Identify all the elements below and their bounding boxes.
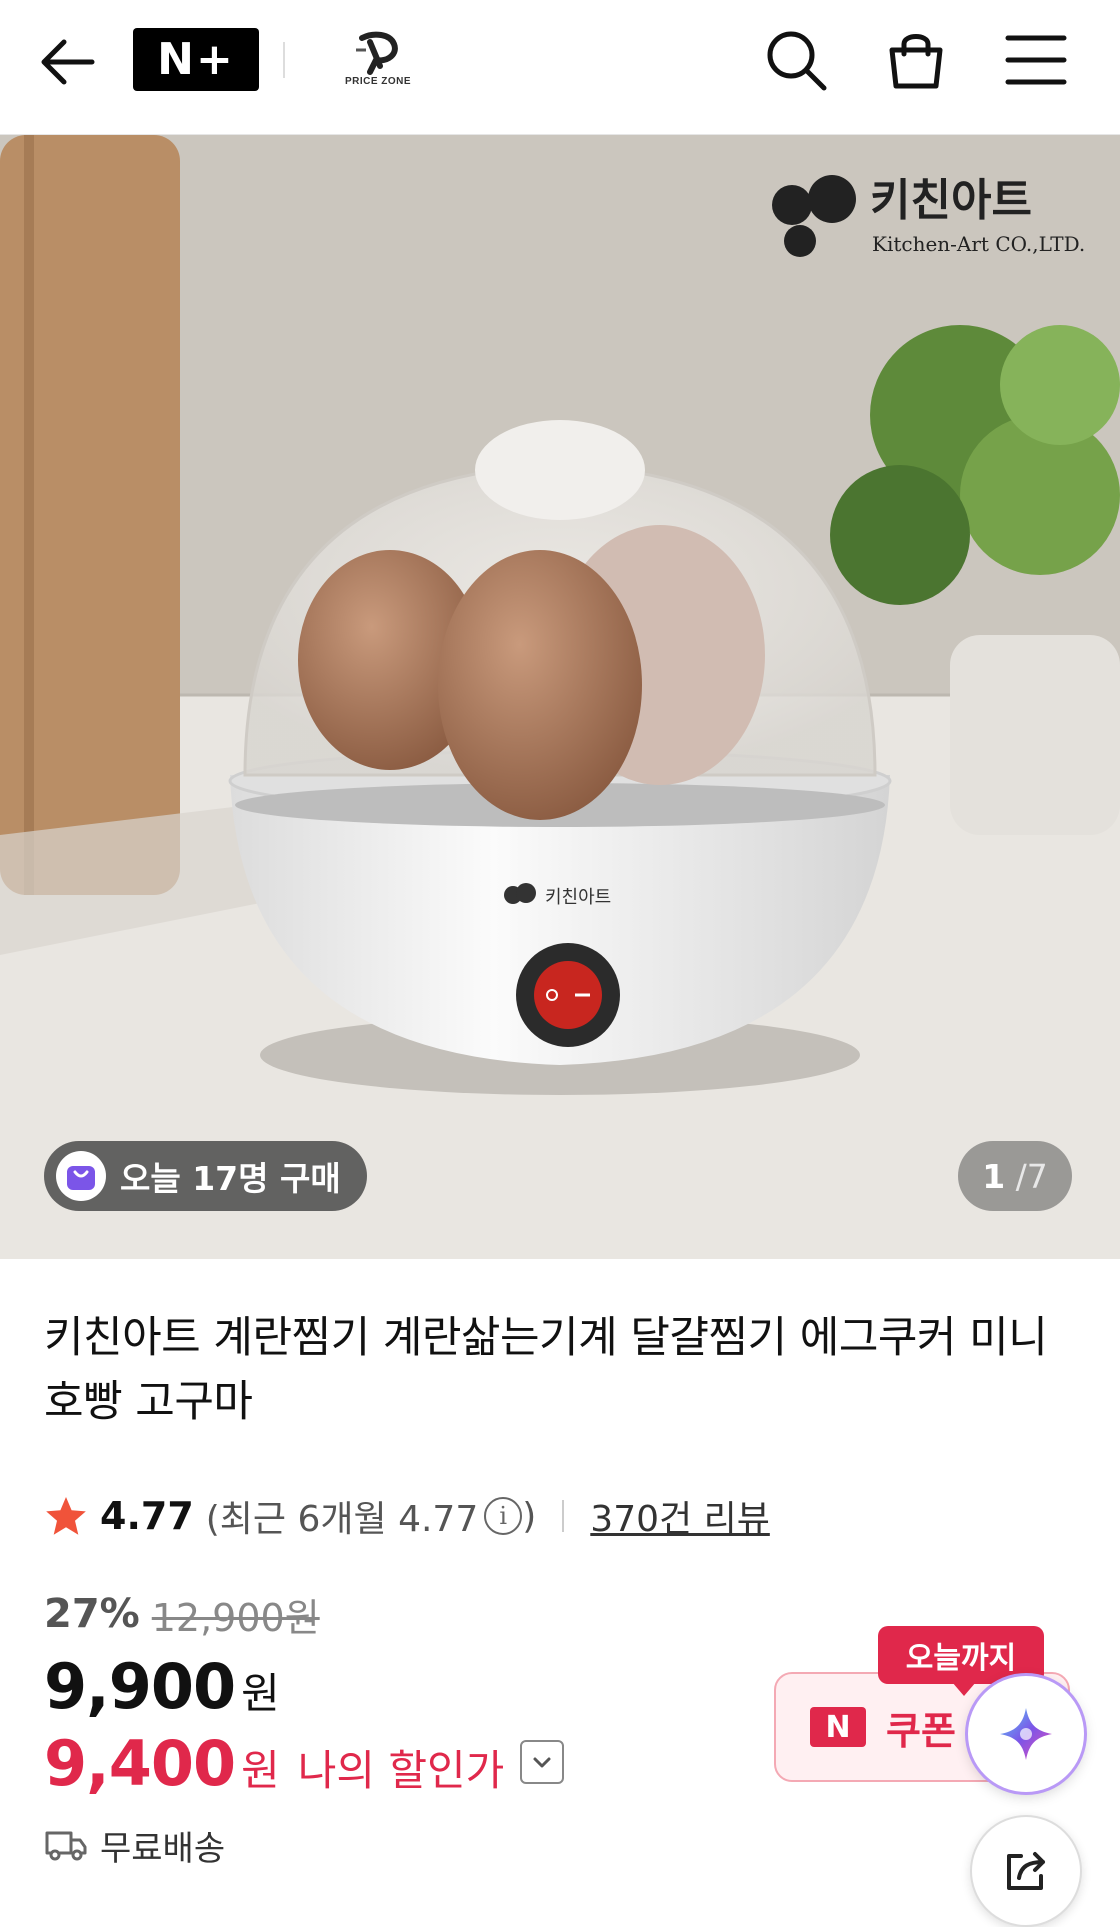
price-row: 9,900 원 — [44, 1650, 280, 1723]
store-logo[interactable]: PRICE ZONE — [340, 30, 416, 90]
brand-logo-ko: 키친아트 — [870, 175, 1032, 226]
ai-assistant-button[interactable] — [968, 1676, 1084, 1792]
brand-logo-en: Kitchen-Art CO.,LTD. — [872, 232, 1085, 256]
my-discount-price-unit: 원 — [241, 1746, 280, 1795]
my-discount-label: 나의 할인가 — [297, 1746, 505, 1795]
egg-cooker-photo: 키친아트 Kitchen-Art CO.,LTD. 키친아트 — [0, 135, 1120, 1259]
discount-percent: 27% — [44, 1591, 140, 1637]
rating-divider — [562, 1500, 565, 1532]
shipping-row: 무료배송 — [44, 1820, 225, 1870]
shipping-text: 무료배송 — [100, 1828, 226, 1869]
share-button[interactable] — [970, 1815, 1082, 1927]
product-image-carousel[interactable]: 키친아트 Kitchen-Art CO.,LTD. 키친아트 — [0, 135, 1120, 1259]
image-counter: 1 / 7 — [958, 1141, 1072, 1211]
buyers-today-badge: 오늘 17명 구매 — [44, 1141, 367, 1211]
search-icon[interactable] — [760, 24, 832, 96]
image-counter-sep: / — [1005, 1156, 1027, 1196]
info-icon[interactable]: i — [484, 1497, 523, 1535]
my-price-row[interactable]: 9,400 원 나의 할인가 — [44, 1727, 565, 1800]
image-total: 7 — [1026, 1156, 1048, 1196]
header-divider — [283, 42, 285, 78]
recent-rating-text: (최근 6개월 4.77 — [205, 1499, 479, 1540]
sale-price-unit: 원 — [241, 1669, 280, 1718]
recent-rating: (최근 6개월 4.77 i ) — [206, 1490, 537, 1542]
image-index: 1 — [982, 1156, 1006, 1196]
buyers-today-text: 오늘 17명 구매 — [120, 1159, 341, 1198]
shopping-bag-icon — [56, 1151, 106, 1201]
review-count-link[interactable]: 370건 리뷰 — [590, 1490, 770, 1542]
coupon-deadline-tooltip: 오늘까지 — [878, 1626, 1044, 1696]
sale-price: 9,900 — [44, 1650, 236, 1723]
price-zone-logo-icon — [356, 31, 398, 75]
truck-icon — [45, 1831, 87, 1861]
arrow-left-icon[interactable] — [36, 30, 100, 94]
share-icon — [1007, 1852, 1045, 1890]
product-title: 키친아트 계란찜기 계란삶는기계 달걀찜기 에그쿠커 미니 호빵 고구마 — [44, 1313, 1048, 1427]
star-icon — [46, 1497, 86, 1535]
top-app-bar: N+ PRICE ZONE — [0, 0, 1120, 135]
my-discount-price: 9,400 — [44, 1727, 236, 1800]
base-brand-logo: 키친아트 — [545, 887, 611, 908]
original-price: 12,900원 — [151, 1595, 320, 1640]
naver-n-icon: N — [810, 1707, 866, 1747]
store-logo-text: PRICE ZONE — [344, 76, 412, 87]
rating-score: 4.77 — [100, 1494, 194, 1538]
discount-row: 27% 12,900원 — [44, 1589, 320, 1640]
shopping-bag-icon[interactable] — [880, 24, 952, 96]
rating-row: 4.77 (최근 6개월 4.77 i ) 370건 리뷰 — [44, 1490, 770, 1542]
menu-icon[interactable] — [1000, 24, 1072, 96]
sparkle-icon — [1000, 1708, 1052, 1760]
recent-rating-close: ) — [522, 1495, 537, 1537]
nplus-store-button[interactable]: N+ — [133, 28, 259, 91]
chevron-down-icon[interactable] — [520, 1740, 565, 1784]
